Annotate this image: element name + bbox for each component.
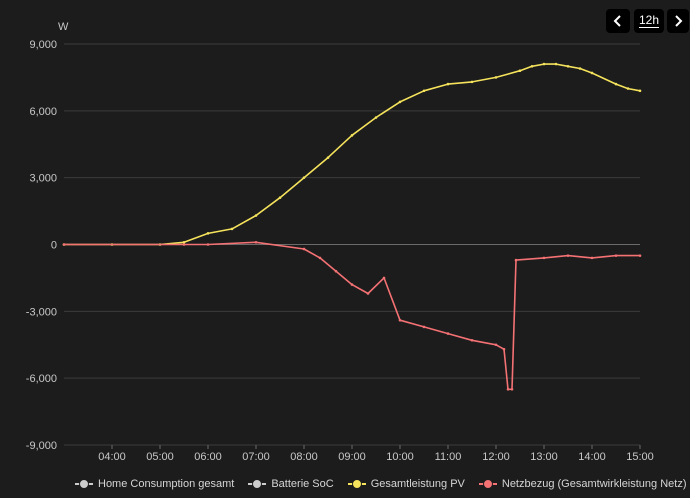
legend-item-netzbezug[interactable]: Netzbezug (Gesamtwirkleistung Netz) [478,478,687,490]
data-point [422,325,426,329]
x-tick-label: 11:00 [435,451,462,463]
legend-label: Netzbezug (Gesamtwirkleistung Netz) [501,478,687,490]
data-point [554,62,558,66]
series-layer [62,62,642,391]
data-point [614,254,618,257]
data-point [350,283,354,286]
previous-period-button[interactable] [606,9,630,33]
y-tick-label: -9,000 [26,440,57,452]
data-point [542,62,546,66]
y-tick-label: -6,000 [26,373,57,385]
data-point [470,338,474,342]
data-point [278,196,282,200]
data-point [510,388,514,391]
legend-label: Gesamtleistung PV [370,478,465,490]
legend-swatch [478,479,497,489]
x-tick-label: 14:00 [578,451,606,463]
y-tick-label: 3,000 [29,173,57,185]
x-tick-label: 07:00 [242,451,270,463]
data-point [254,240,258,244]
legend-swatch [75,479,93,489]
x-tick-label: 15:00 [626,451,654,463]
data-point [614,82,618,86]
legend-swatch [248,479,267,489]
data-point [422,89,426,93]
legend-label: Home Consumption gesamt [98,478,235,490]
chart-canvas: W 9,000 6,000 3,000 0 -3,000 -6,000 -9,000 04:… [26,21,654,463]
data-point [334,269,338,273]
data-point [626,87,630,90]
data-point [638,89,642,93]
data-point [470,80,474,84]
time-range-label: 12h [638,13,660,28]
y-tick-label: -3,000 [26,306,57,318]
y-tick-label: 0 [51,240,57,252]
data-point [578,67,582,70]
data-point [182,240,186,244]
x-tick-label: 10:00 [386,451,414,463]
data-point [566,254,570,257]
time-range-button[interactable]: 12h [634,9,664,33]
y-tick-label: 6,000 [29,106,57,118]
x-tick-label: 08:00 [290,451,318,463]
data-point [494,343,498,347]
data-point [446,82,450,86]
x-tick-label: 13:00 [530,451,558,463]
series-line-3 [64,241,640,391]
data-point [566,64,570,68]
data-point [318,256,322,260]
data-point [494,76,498,79]
data-point [542,256,546,260]
data-point [590,71,594,75]
x-tick-label: 06:00 [194,451,222,463]
data-point [182,243,186,246]
data-point [374,116,378,119]
data-point [398,318,402,322]
data-point [530,64,534,68]
data-point [506,388,510,391]
x-tick-label: 05:00 [146,451,174,463]
data-point [62,243,66,246]
x-tick-label: 12:00 [482,451,510,463]
legend: Home Consumption gesamt Batterie SoC Ges… [75,478,687,490]
y-tick-label: 9,000 [29,39,57,51]
legend-item-batterie-soc[interactable]: Batterie SoC [248,478,334,490]
legend-swatch [347,479,366,489]
data-point [518,69,522,73]
series-line-2 [64,63,641,246]
legend-label: Batterie SoC [271,478,334,490]
data-point [366,292,370,295]
data-point [206,232,210,235]
data-point [382,276,386,280]
chevron-left-icon [613,15,621,27]
x-tick-label: 09:00 [338,451,366,463]
data-point [514,258,518,262]
data-point [398,100,402,104]
data-point [638,254,642,257]
x-axis: 04:00 05:00 06:00 07:00 08:00 09:00 10:00 11:00… [98,445,654,463]
data-point [254,214,258,217]
data-point [590,256,594,260]
data-point [326,156,330,159]
legend-item-home-consumption[interactable]: Home Consumption gesamt [75,478,234,490]
data-point [206,243,210,246]
data-point [446,332,450,335]
x-tick-label: 04:00 [98,451,126,463]
data-point [350,134,354,137]
y-axis-unit: W [58,21,69,33]
legend-item-gesamtleistung-pv[interactable]: Gesamtleistung PV [347,478,465,490]
data-point [230,227,234,231]
data-point [502,347,506,351]
chevron-right-icon [675,15,683,27]
next-period-button[interactable] [667,9,689,33]
y-axis: 9,000 6,000 3,000 0 -3,000 -6,000 -9,000 [26,39,57,452]
data-point [302,247,306,251]
data-point [302,176,306,179]
